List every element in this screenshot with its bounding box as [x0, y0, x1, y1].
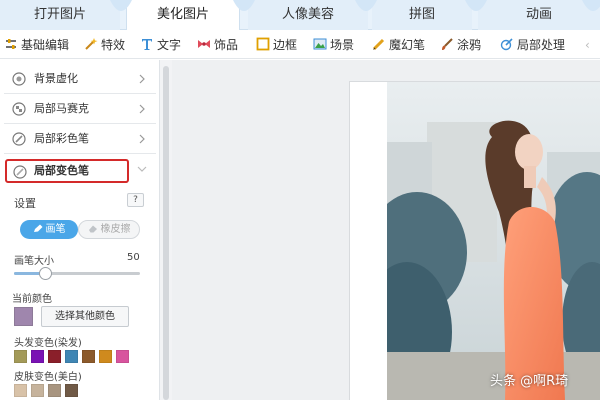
sidebar-item-label: 局部马赛克 [34, 102, 89, 115]
hair-color-swatch-5[interactable] [82, 350, 95, 363]
skin-color-swatch-2[interactable] [31, 384, 44, 397]
tab-portrait-beauty[interactable]: 人像美容 [248, 0, 368, 30]
feature-toolbar: 基础编辑 特效 文字 饰品 边框 场景 魔幻笔 涂鸦 局部处理 ‹ [0, 30, 600, 59]
recolor-pen-icon [13, 165, 27, 179]
skin-color-label: 皮肤变色(美白) [14, 372, 82, 383]
tool-doodle[interactable]: 涂鸦 [440, 36, 481, 54]
color-pen-icon [12, 132, 26, 146]
scene-icon [313, 38, 327, 50]
sidebar-item-label: 局部变色笔 [34, 164, 89, 177]
text-icon [142, 39, 152, 50]
sidebar-item-background-blur[interactable]: 背景虚化 [4, 64, 156, 94]
help-button[interactable]: ? [127, 193, 144, 207]
sidebar-item-local-mosaic[interactable]: 局部马赛克 [4, 94, 156, 124]
tab-notch-3 [355, 0, 377, 22]
toolbar-overflow-icon[interactable]: ‹ [585, 36, 590, 54]
hair-color-label: 头发变色(染发) [14, 338, 82, 349]
tab-notch-1 [110, 0, 132, 22]
frame-icon [256, 37, 270, 51]
tab-notch-5 [582, 0, 600, 22]
choose-other-color-button[interactable]: 选择其他颜色 [41, 306, 129, 327]
brush-icon [442, 38, 453, 50]
tool-accessories[interactable]: 饰品 [197, 36, 238, 54]
magic-pen-icon [372, 38, 385, 51]
sidebar-item-label: 局部彩色笔 [34, 132, 89, 145]
brush-size-slider-handle[interactable] [39, 267, 52, 280]
tool-text[interactable]: 文字 [140, 36, 181, 54]
eraser-icon [88, 225, 97, 233]
tool-effects[interactable]: 特效 [84, 36, 125, 54]
hair-color-swatch-3[interactable] [48, 350, 61, 363]
tab-notch-2 [233, 0, 255, 22]
current-color-swatch[interactable] [14, 307, 33, 326]
chevron-right-icon [139, 74, 145, 84]
chevron-right-icon [139, 104, 145, 114]
sidebar-item-local-color-pen[interactable]: 局部彩色笔 [4, 124, 156, 154]
tab-collage[interactable]: 拼图 [372, 0, 472, 30]
brush-size-value: 50 [127, 252, 140, 263]
settings-title: 设置 [14, 197, 36, 210]
tab-notch-4 [465, 0, 487, 22]
current-color-label: 当前颜色 [12, 294, 52, 305]
bow-icon [198, 40, 210, 48]
magic-wand-icon [85, 38, 98, 50]
hair-color-swatch-1[interactable] [14, 350, 27, 363]
tool-basic-edit[interactable]: 基础编辑 [4, 36, 69, 54]
sidebar-item-label: 背景虚化 [34, 72, 78, 85]
hair-color-swatch-4[interactable] [65, 350, 78, 363]
chevron-right-icon [139, 134, 145, 144]
pen-icon [33, 224, 42, 232]
pen-mode-button[interactable]: 画笔 [20, 220, 78, 239]
local-edit-icon [500, 38, 513, 51]
tab-beautify-image[interactable]: 美化图片 [126, 0, 240, 31]
scrollbar-thumb[interactable] [163, 66, 169, 400]
chevron-down-icon[interactable] [137, 165, 147, 173]
hair-color-swatch-6[interactable] [99, 350, 112, 363]
tool-magic-pen[interactable]: 魔幻笔 [372, 36, 425, 54]
blur-icon [12, 72, 26, 86]
portrait-photo [387, 82, 600, 400]
skin-color-swatch-3[interactable] [48, 384, 61, 397]
tool-frame[interactable]: 边框 [256, 36, 297, 54]
hair-color-swatch-2[interactable] [31, 350, 44, 363]
brush-size-label: 画笔大小 [14, 256, 54, 267]
mosaic-icon [12, 102, 26, 116]
tool-scene[interactable]: 场景 [313, 36, 354, 54]
tab-open-image[interactable]: 打开图片 [0, 0, 120, 30]
main-tab-bar: 打开图片 美化图片 人像美容 拼图 动画 [0, 0, 600, 31]
tool-local-edit[interactable]: 局部处理 [500, 36, 565, 54]
eraser-mode-button[interactable]: 橡皮擦 [78, 220, 140, 239]
sidebar-item-local-recolor-pen[interactable]: 局部变色笔 [5, 159, 129, 183]
photo-preview[interactable] [387, 82, 600, 400]
watermark-text: 头条 @啊R琦 [490, 374, 569, 389]
skin-color-swatch-4[interactable] [65, 384, 78, 397]
adjust-icon [6, 39, 16, 49]
skin-color-swatch-1[interactable] [14, 384, 27, 397]
hair-color-swatch-7[interactable] [116, 350, 129, 363]
